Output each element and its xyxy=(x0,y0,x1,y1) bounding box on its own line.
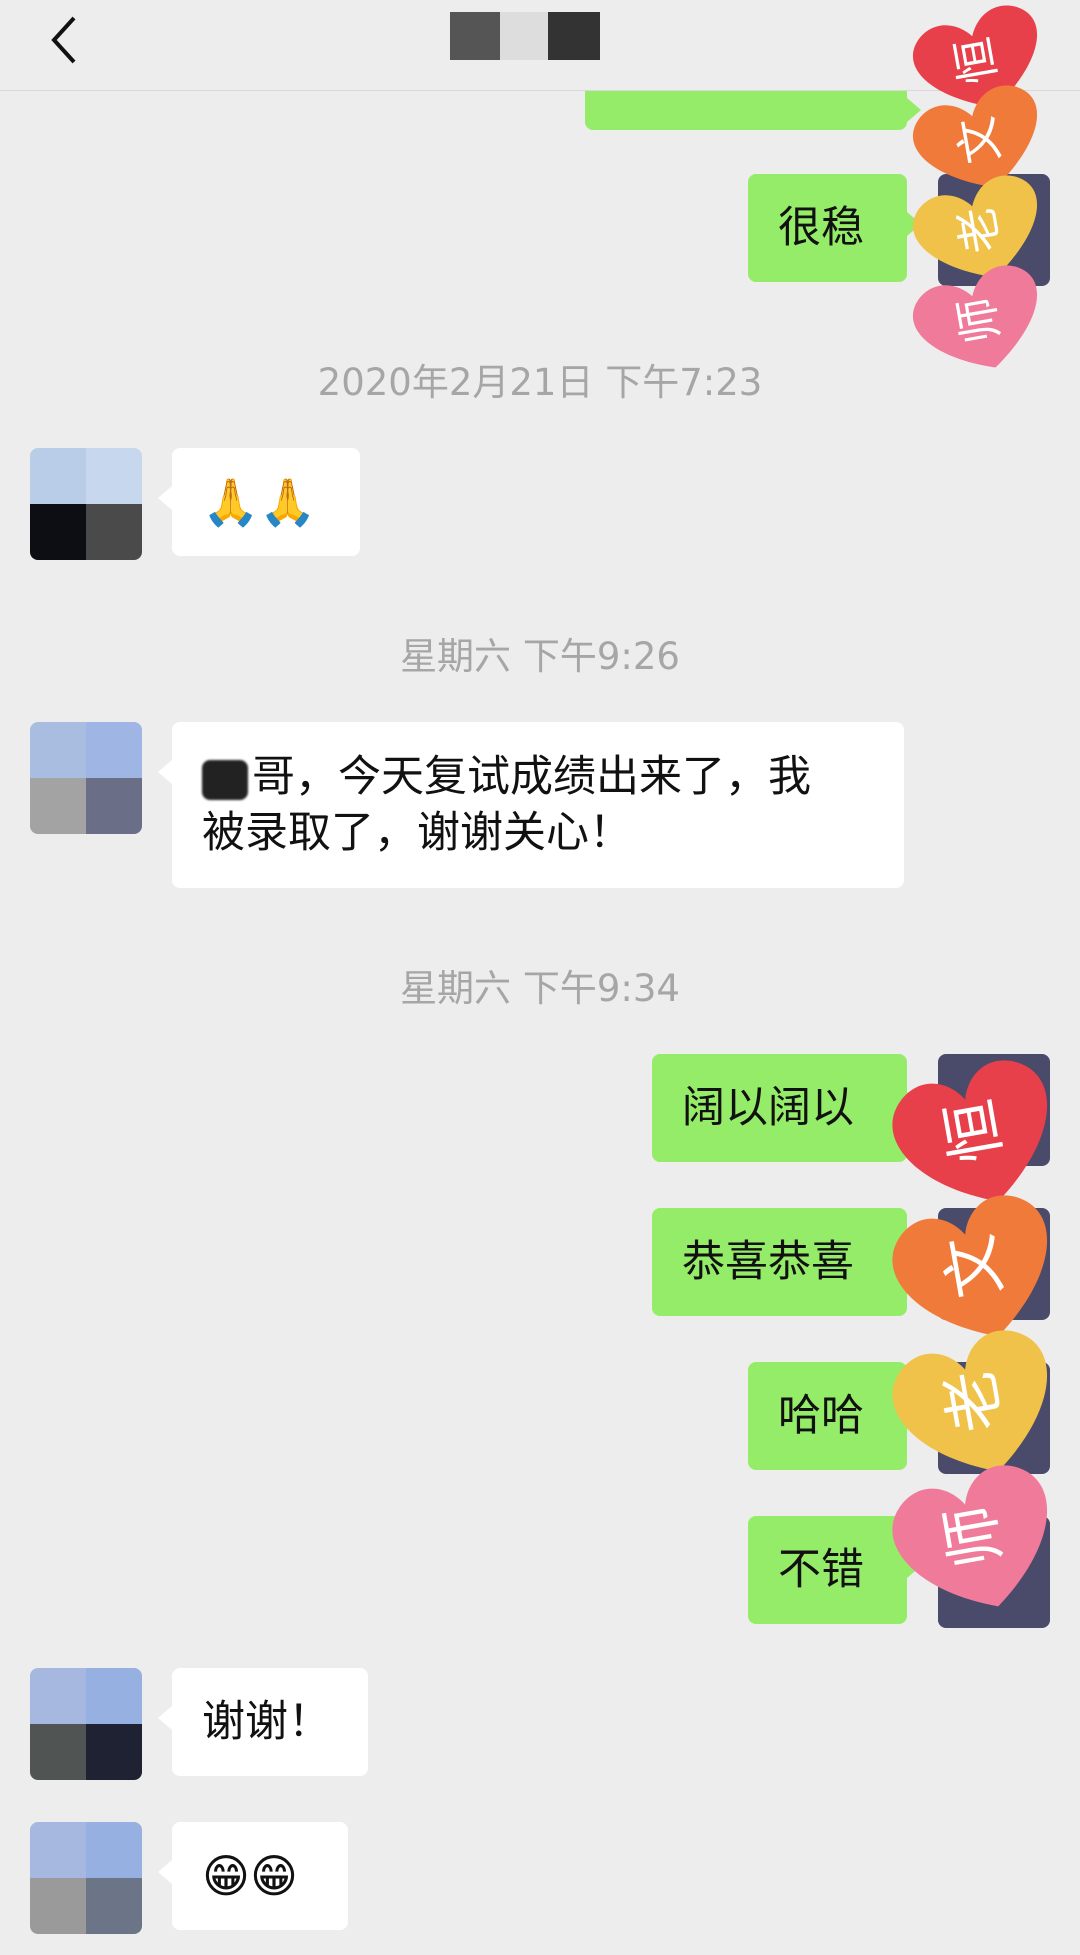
svg-text:师: 师 xyxy=(932,1499,1015,1573)
message-text: 不错 xyxy=(778,1545,864,1595)
timestamp: 星期六 下午9:34 xyxy=(400,967,680,1010)
contact-avatar[interactable] xyxy=(30,448,142,560)
message-text: 恭喜恭喜 xyxy=(682,1237,854,1287)
svg-text:恒: 恒 xyxy=(932,1094,1015,1168)
message-bubble-out[interactable]: 恭喜恭喜 xyxy=(652,1208,921,1316)
watermark-sticker-top: 恒 文 老 师 xyxy=(880,0,1080,400)
message-text: 被录取了，谢谢关心！ xyxy=(202,808,632,858)
contact-avatar[interactable] xyxy=(30,1822,142,1934)
contact-avatar[interactable] xyxy=(30,722,142,834)
message-bubble-in[interactable]: 谢谢！ xyxy=(158,1668,368,1776)
message-bubble-in[interactable]: 哥，今天复试成绩出来了，我 被录取了，谢谢关心！ xyxy=(158,722,904,888)
message-bubble-in[interactable]: 😁😁 xyxy=(158,1822,348,1930)
svg-text:老: 老 xyxy=(948,203,1009,258)
message-bubble-in[interactable]: 🙏🙏 xyxy=(158,448,360,556)
message-text: 😁😁 xyxy=(202,1849,298,1903)
message-bubble-out[interactable]: 阔以阔以 xyxy=(652,1054,921,1162)
message-text: 哈哈 xyxy=(778,1391,864,1441)
message-text: 哥，今天复试成绩出来了，我 xyxy=(252,752,811,802)
redacted-name xyxy=(202,759,248,800)
svg-text:师: 师 xyxy=(948,293,1009,348)
svg-text:老: 老 xyxy=(932,1364,1015,1438)
watermark-sticker-bottom: 恒 文 老 师 xyxy=(870,1040,1080,1640)
chevron-left-icon[interactable] xyxy=(46,10,86,70)
message-line: 哥，今天复试成绩出来了，我 xyxy=(202,749,811,805)
message-text: 阔以阔以 xyxy=(682,1083,854,1133)
contact-name-redacted xyxy=(450,12,600,60)
svg-text:文: 文 xyxy=(948,113,1009,168)
message-text: 🙏🙏 xyxy=(202,475,317,529)
message-text: 很稳 xyxy=(778,203,864,253)
svg-text:文: 文 xyxy=(932,1229,1015,1303)
contact-avatar[interactable] xyxy=(30,1668,142,1780)
message-text: 谢谢！ xyxy=(202,1697,331,1747)
timestamp: 星期六 下午9:26 xyxy=(400,635,680,678)
svg-text:恒: 恒 xyxy=(945,33,1006,88)
